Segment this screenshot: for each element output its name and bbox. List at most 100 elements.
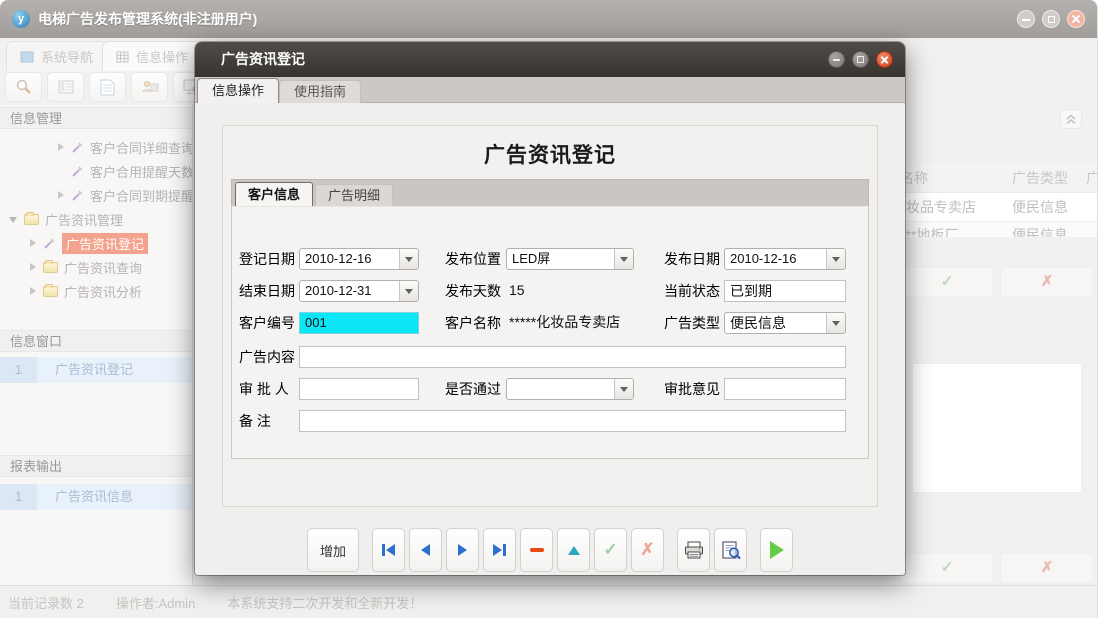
dialog-minimize-button[interactable]: [828, 51, 845, 68]
tree-item-label: 广告资讯查询: [64, 258, 142, 277]
cell-name: 化妆品专卖店: [898, 193, 976, 221]
document-icon: [100, 79, 115, 96]
info-window-item[interactable]: 1 广告资讯登记: [0, 357, 192, 383]
form-tab-ad-detail[interactable]: 广告明细: [315, 184, 393, 207]
tree-item-customer-contract-detail-query[interactable]: 客户合同详细查询: [0, 135, 192, 159]
add-button[interactable]: 增加: [307, 528, 359, 572]
opinion-field[interactable]: [724, 378, 846, 400]
play-icon: [770, 541, 784, 559]
pub-date-label: 发布日期: [664, 248, 720, 270]
tree-item-ad-info-query[interactable]: 广告资讯查询: [0, 255, 192, 279]
reject-button[interactable]: ✗: [1000, 553, 1094, 583]
sidebar: 信息管理 客户合同详细查询 客户合用提醒天数 客户合同到期提醒 广告资讯管理: [0, 105, 193, 585]
print-button[interactable]: [677, 528, 710, 572]
remark-field[interactable]: [299, 410, 846, 432]
delete-record-button[interactable]: [520, 528, 553, 572]
first-record-icon: [382, 544, 385, 556]
table-row[interactable]: ***地板厂 便民信息: [898, 222, 1098, 237]
search-button[interactable]: [5, 72, 42, 102]
table-row[interactable]: 化妆品专卖店 便民信息: [898, 193, 1098, 221]
customer-info-tabpage: 登记日期 2010-12-16 发布位置 LED屏 发布日期 2010-12-1…: [231, 206, 869, 459]
chevron-right-icon: [29, 239, 37, 247]
form-button[interactable]: [47, 72, 84, 102]
prev-record-button[interactable]: [409, 528, 442, 572]
chevron-right-icon: [57, 191, 65, 199]
tree-item-ad-info-register[interactable]: 广告资讯登记: [0, 231, 192, 255]
dropdown-arrow-icon[interactable]: [614, 249, 633, 269]
tree-item-customer-contract-expiry-reminder[interactable]: 客户合同到期提醒: [0, 183, 192, 207]
last-record-button[interactable]: [483, 528, 516, 572]
dropdown-arrow-icon[interactable]: [399, 281, 418, 301]
caret-up-icon: [568, 546, 580, 555]
approver-label: 审 批 人: [239, 378, 289, 400]
tree-item-label: 客户合同到期提醒: [90, 186, 193, 205]
reject-button[interactable]: ✗: [1000, 267, 1094, 297]
document-button[interactable]: [89, 72, 126, 102]
collapse-panel-button[interactable]: [1060, 109, 1082, 129]
post-button[interactable]: ✓: [594, 528, 627, 572]
cancel-button[interactable]: ✗: [631, 528, 664, 572]
form-tab-customer-info[interactable]: 客户信息: [235, 182, 313, 207]
pub-date-combobox[interactable]: 2010-12-16: [724, 248, 846, 270]
customer-number-field[interactable]: 001: [299, 312, 419, 334]
run-button[interactable]: [760, 528, 793, 572]
tab-system-navigation[interactable]: 系统导航: [6, 41, 107, 71]
print-preview-button[interactable]: [714, 528, 747, 572]
opinion-label: 审批意见: [664, 378, 720, 400]
minus-icon: [530, 548, 544, 552]
tab-information-operation[interactable]: 信息操作: [102, 41, 202, 71]
first-record-button[interactable]: [372, 528, 405, 572]
end-date-combobox[interactable]: 2010-12-31: [299, 280, 419, 302]
reg-date-label: 登记日期: [239, 248, 295, 270]
tree-item-label: 广告资讯分析: [64, 282, 142, 301]
main-titlebar: y 电梯广告发布管理系统(非注册用户): [0, 0, 1097, 38]
ad-content-field[interactable]: [299, 346, 846, 368]
folder-icon: [43, 262, 58, 273]
dialog-tab-info-operation[interactable]: 信息操作: [197, 78, 279, 103]
tree-item-ad-info-analysis[interactable]: 广告资讯分析: [0, 279, 192, 303]
close-button[interactable]: [1067, 10, 1085, 28]
edit-record-button[interactable]: [557, 528, 590, 572]
dropdown-arrow-icon[interactable]: [826, 249, 845, 269]
pub-days-value: 15: [509, 279, 525, 301]
remark-label: 备 注: [239, 410, 271, 432]
minimize-icon: [1022, 19, 1030, 21]
main-window: y 电梯广告发布管理系统(非注册用户) 系统导航 信息操作: [0, 0, 1098, 618]
approve-button[interactable]: ✓: [900, 553, 994, 583]
dropdown-arrow-icon[interactable]: [399, 249, 418, 269]
section-header-info-management: 信息管理: [0, 107, 192, 129]
folder-icon: [24, 214, 39, 225]
dialog-tab-user-guide[interactable]: 使用指南: [279, 80, 361, 103]
maximize-button[interactable]: [1042, 10, 1060, 28]
dropdown-arrow-icon[interactable]: [614, 379, 633, 399]
dropdown-arrow-icon[interactable]: [826, 313, 845, 333]
dialog-titlebar[interactable]: 广告资讯登记: [195, 42, 905, 77]
main-toolbar: [5, 72, 210, 104]
minimize-button[interactable]: [1017, 10, 1035, 28]
item-label: 广告资讯登记: [37, 357, 192, 383]
dialog-close-button[interactable]: [876, 51, 893, 68]
next-record-button[interactable]: [446, 528, 479, 572]
record-navigation-toolbar: 增加 ✓ ✗: [195, 528, 905, 574]
report-output-item[interactable]: 1 广告资讯信息: [0, 484, 192, 510]
tool-icon: [71, 189, 84, 202]
pass-combobox[interactable]: [506, 378, 634, 400]
column-header: 广: [1086, 163, 1098, 193]
window-controls: [1017, 10, 1085, 28]
pub-pos-combobox[interactable]: LED屏: [506, 248, 634, 270]
form-heading: 广告资讯登记: [223, 139, 877, 169]
reg-date-combobox[interactable]: 2010-12-16: [299, 248, 419, 270]
chevron-right-icon: [29, 263, 37, 271]
tree-item-customer-contract-reminder-days[interactable]: 客户合用提醒天数: [0, 159, 192, 183]
status-field[interactable]: 已到期: [724, 280, 846, 302]
approve-button[interactable]: ✓: [900, 267, 994, 297]
users-button[interactable]: [131, 72, 168, 102]
approver-field[interactable]: [299, 378, 419, 400]
tree-item-ad-info-management[interactable]: 广告资讯管理: [0, 207, 192, 231]
dialog-maximize-button[interactable]: [852, 51, 869, 68]
next-record-icon: [458, 544, 467, 556]
ad-type-combobox[interactable]: 便民信息: [724, 312, 846, 334]
users-icon: [141, 79, 159, 95]
ad-content-label: 广告内容: [239, 346, 295, 368]
status-operator: 操作者:Admin: [116, 593, 195, 612]
